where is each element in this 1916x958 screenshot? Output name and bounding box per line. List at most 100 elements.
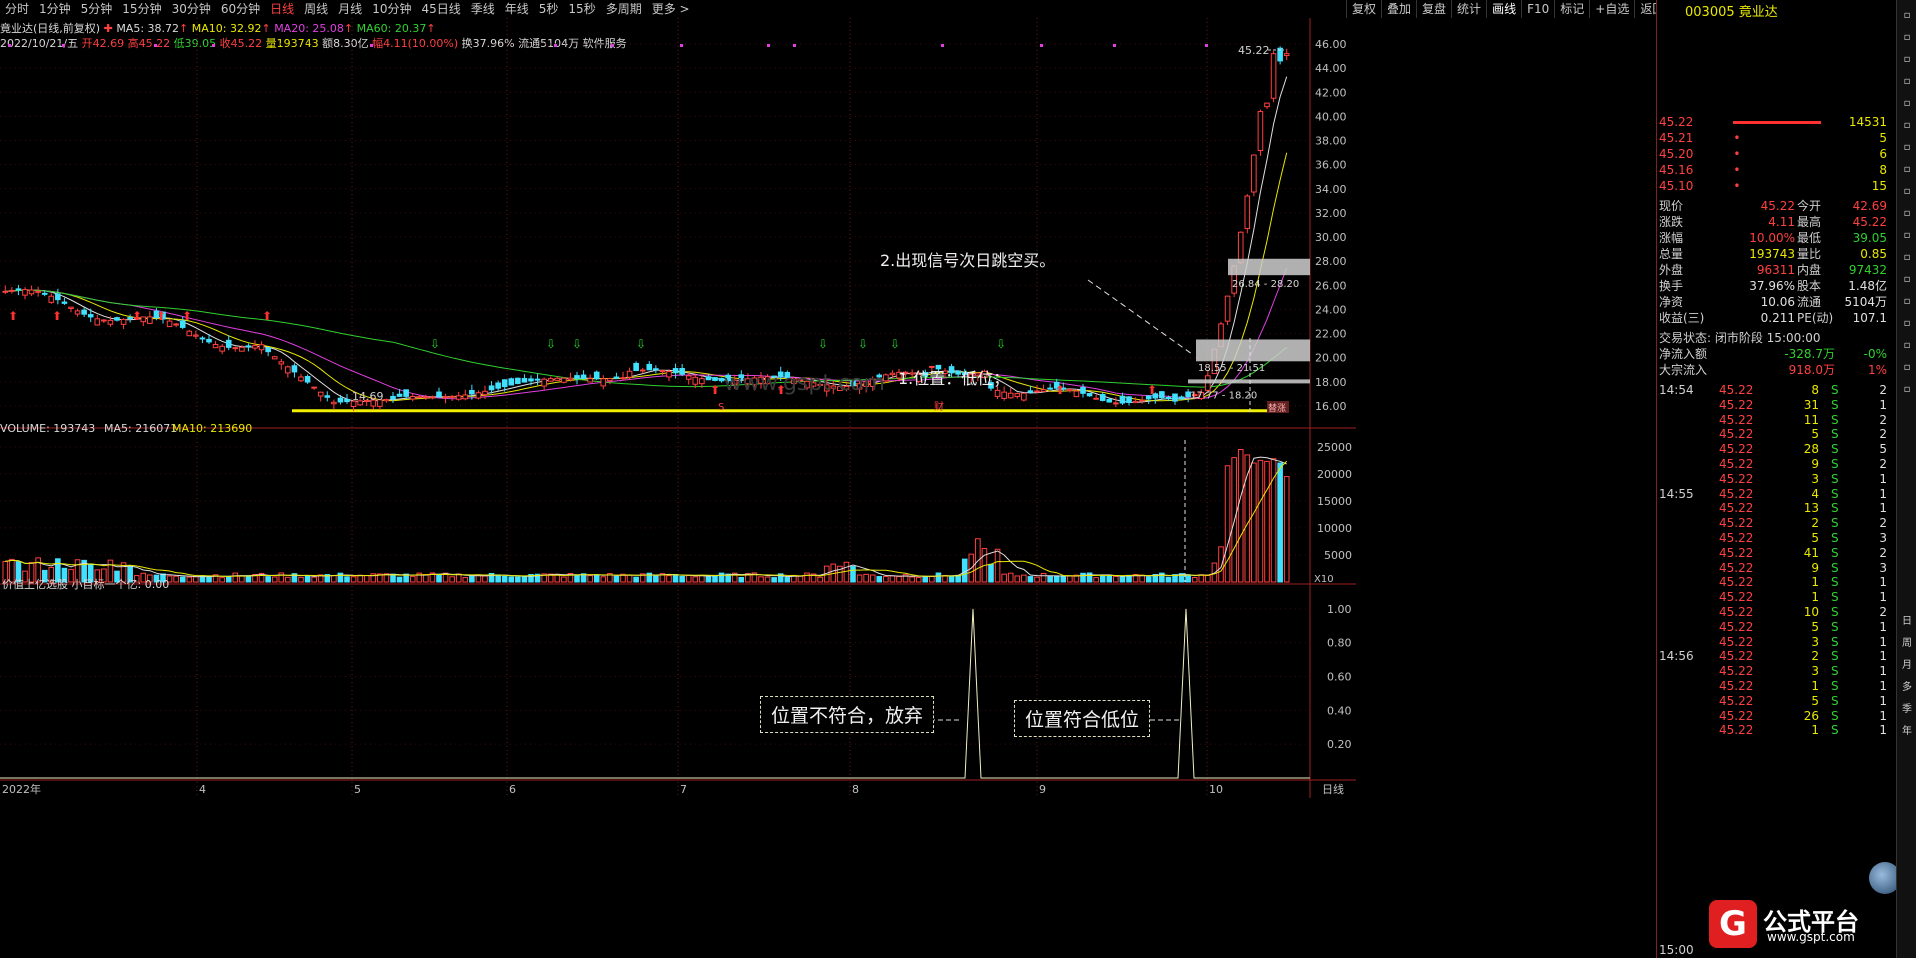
sidebar-tool-icon[interactable]: ▫: [1899, 360, 1915, 376]
period-tab-0[interactable]: 分时: [0, 0, 34, 18]
candle: [337, 397, 344, 403]
period-tab-9[interactable]: 10分钟: [367, 0, 416, 18]
tool-button-2[interactable]: 复盘: [1416, 0, 1451, 18]
volume-bar: [1113, 575, 1119, 583]
period-tab-7[interactable]: 周线: [299, 0, 333, 18]
signal-dot: [611, 44, 614, 47]
gap-zone-2: [1196, 339, 1310, 362]
period-tab-6[interactable]: 日线: [265, 0, 299, 18]
indicator-tick-label: 0.20: [1327, 738, 1352, 751]
candle: [265, 347, 271, 353]
candle: [271, 356, 278, 360]
sidebar-tool-icon[interactable]: ▫: [1899, 30, 1915, 46]
sidebar-tool-icon[interactable]: ▫: [1899, 140, 1915, 156]
sidebar-tool-icon[interactable]: ▫: [1899, 8, 1915, 24]
volume-bar: [225, 576, 232, 583]
period-tab-8[interactable]: 月线: [333, 0, 367, 18]
period-tab-2[interactable]: 5分钟: [76, 0, 118, 18]
sidebar-tool-icon[interactable]: ▫: [1899, 184, 1915, 200]
tool-button-3[interactable]: 统计: [1451, 0, 1486, 18]
tool-button-1[interactable]: 叠加: [1381, 0, 1416, 18]
price-tick-label: 36.00: [1315, 159, 1347, 172]
candle: [48, 295, 55, 303]
sell-arrow: ⇩: [430, 337, 440, 351]
volume-bar: [186, 576, 193, 583]
sidebar-tool-icon[interactable]: ▫: [1899, 316, 1915, 332]
candle: [278, 361, 285, 365]
candle: [567, 377, 574, 381]
period-tab-5[interactable]: 60分钟: [216, 0, 265, 18]
candle: [383, 398, 390, 402]
volume-bar: [344, 576, 350, 583]
tool-button-6[interactable]: 标记: [1554, 0, 1589, 18]
candle: [1244, 195, 1251, 230]
stock-title: 003005 竟业达: [1685, 5, 1778, 20]
candle: [1165, 396, 1172, 399]
period-tab-12[interactable]: 年线: [500, 0, 534, 18]
sidebar-tool-icon[interactable]: ▫: [1899, 294, 1915, 310]
tool-button-0[interactable]: 复权: [1346, 0, 1381, 18]
candle: [94, 318, 101, 326]
sidebar-tool-icon[interactable]: ▫: [1899, 52, 1915, 68]
candle: [639, 369, 646, 372]
tick-row: 45.22 13 S 1: [1719, 501, 1887, 516]
buy-arrow: ⬆: [182, 309, 192, 323]
candle: [482, 390, 488, 396]
price-tick-label: 26.00: [1315, 279, 1347, 292]
signal-dot: [370, 44, 373, 47]
volume-ma10-legend: MA10: 213690: [172, 422, 252, 435]
volume-bar: [633, 576, 639, 583]
price-tick-label: 28.00: [1315, 255, 1347, 268]
tick-row: 45.22 1 S 1: [1719, 723, 1887, 738]
period-tab-15[interactable]: 多周期: [601, 0, 647, 18]
chart-area[interactable]: 46.00 44.00 42.00 40.00 38.00 36.00 34.00 32.00…: [0, 18, 1656, 958]
sidebar-tool-icon[interactable]: ▫: [1899, 206, 1915, 222]
sidebar-tool-icon[interactable]: ▫: [1899, 74, 1915, 90]
sidebar-period-4[interactable]: 季: [1899, 702, 1915, 718]
sidebar-tool-icon[interactable]: ▫: [1899, 338, 1915, 354]
period-tab-11[interactable]: 季线: [466, 0, 500, 18]
sidebar-tool-icon[interactable]: ▫: [1899, 118, 1915, 134]
sidebar-tool-icon[interactable]: ▫: [1899, 272, 1915, 288]
signal-dot: [1205, 44, 1208, 47]
period-tab-4[interactable]: 30分钟: [167, 0, 216, 18]
sidebar-period-5[interactable]: 年: [1899, 724, 1915, 740]
price-tick-label: 30.00: [1315, 231, 1347, 244]
sidebar-tool-icon[interactable]: ▫: [1899, 250, 1915, 266]
period-tab-3[interactable]: 15分钟: [117, 0, 166, 18]
sidebar-period-0[interactable]: 日: [1899, 614, 1915, 630]
period-tab-16[interactable]: 更多 >: [647, 0, 695, 18]
price-tick-label: 42.00: [1315, 86, 1347, 99]
period-tab-1[interactable]: 1分钟: [34, 0, 76, 18]
candle: [607, 378, 613, 382]
gap-zone-3: [1228, 258, 1310, 276]
volume-bar: [521, 575, 528, 583]
sidebar-period-3[interactable]: 多: [1899, 680, 1915, 696]
candle: [403, 389, 409, 397]
volume-bar: [1014, 575, 1021, 583]
annotation-accept: 位置符合低位: [1014, 700, 1151, 737]
volume-bar: [685, 575, 692, 583]
sidebar-tool-icon[interactable]: ▫: [1899, 96, 1915, 112]
candle: [462, 394, 469, 400]
period-tab-13[interactable]: 5秒: [534, 0, 564, 18]
sidebar-tool-icon[interactable]: ▫: [1899, 162, 1915, 178]
sidebar-tool-icon[interactable]: ▫: [1899, 228, 1915, 244]
sidebar-tool-icon[interactable]: ▫: [1899, 382, 1915, 398]
candle: [225, 339, 232, 348]
candle: [331, 401, 337, 405]
buy-arrow: ⬆: [710, 383, 720, 397]
tool-button-7[interactable]: +自选: [1589, 0, 1634, 18]
tool-button-4[interactable]: 画线: [1486, 0, 1521, 18]
volume-bar: [1270, 458, 1277, 583]
candle: [317, 391, 324, 397]
volume-bar: [679, 575, 685, 583]
sidebar-period-2[interactable]: 月: [1899, 658, 1915, 674]
tool-button-5[interactable]: F10: [1521, 0, 1554, 18]
sidebar-period-1[interactable]: 周: [1899, 636, 1915, 652]
watermark: www.gspt.com: [724, 371, 885, 396]
period-tab-10[interactable]: 45日线: [416, 0, 465, 18]
candle: [1113, 402, 1119, 405]
volume-bar: [718, 572, 725, 583]
period-tab-14[interactable]: 15秒: [563, 0, 600, 18]
